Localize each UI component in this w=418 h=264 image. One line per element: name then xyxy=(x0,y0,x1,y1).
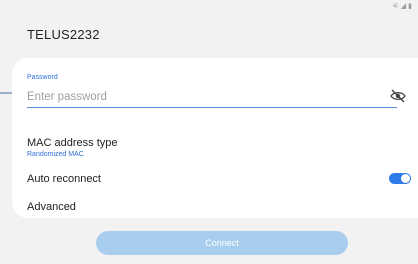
signal-icon: ◢ xyxy=(400,3,407,10)
wifi-icon: ⚟ xyxy=(392,3,399,10)
network-name-title: TELUS2232 xyxy=(27,27,100,42)
advanced-title[interactable]: Advanced xyxy=(27,201,76,213)
status-bar: ⚟ ◢ ▮ xyxy=(392,0,412,14)
password-input[interactable] xyxy=(27,87,397,108)
password-label: Password xyxy=(27,74,58,81)
auto-reconnect-title: Auto reconnect xyxy=(27,173,101,185)
battery-icon: ▮ xyxy=(408,3,412,10)
mac-address-type-value: Randomized MAC xyxy=(27,151,84,158)
wifi-connect-screen: ⚟ ◢ ▮ TELUS2232 Password MAC address typ… xyxy=(0,0,418,264)
auto-reconnect-toggle[interactable] xyxy=(389,173,411,184)
network-settings-card: Password MAC address type Randomized MAC… xyxy=(12,58,418,218)
connect-button[interactable]: Connect xyxy=(96,231,348,255)
eye-off-icon[interactable] xyxy=(390,89,406,103)
toggle-knob xyxy=(401,174,410,183)
mac-address-type-title[interactable]: MAC address type xyxy=(27,137,117,149)
